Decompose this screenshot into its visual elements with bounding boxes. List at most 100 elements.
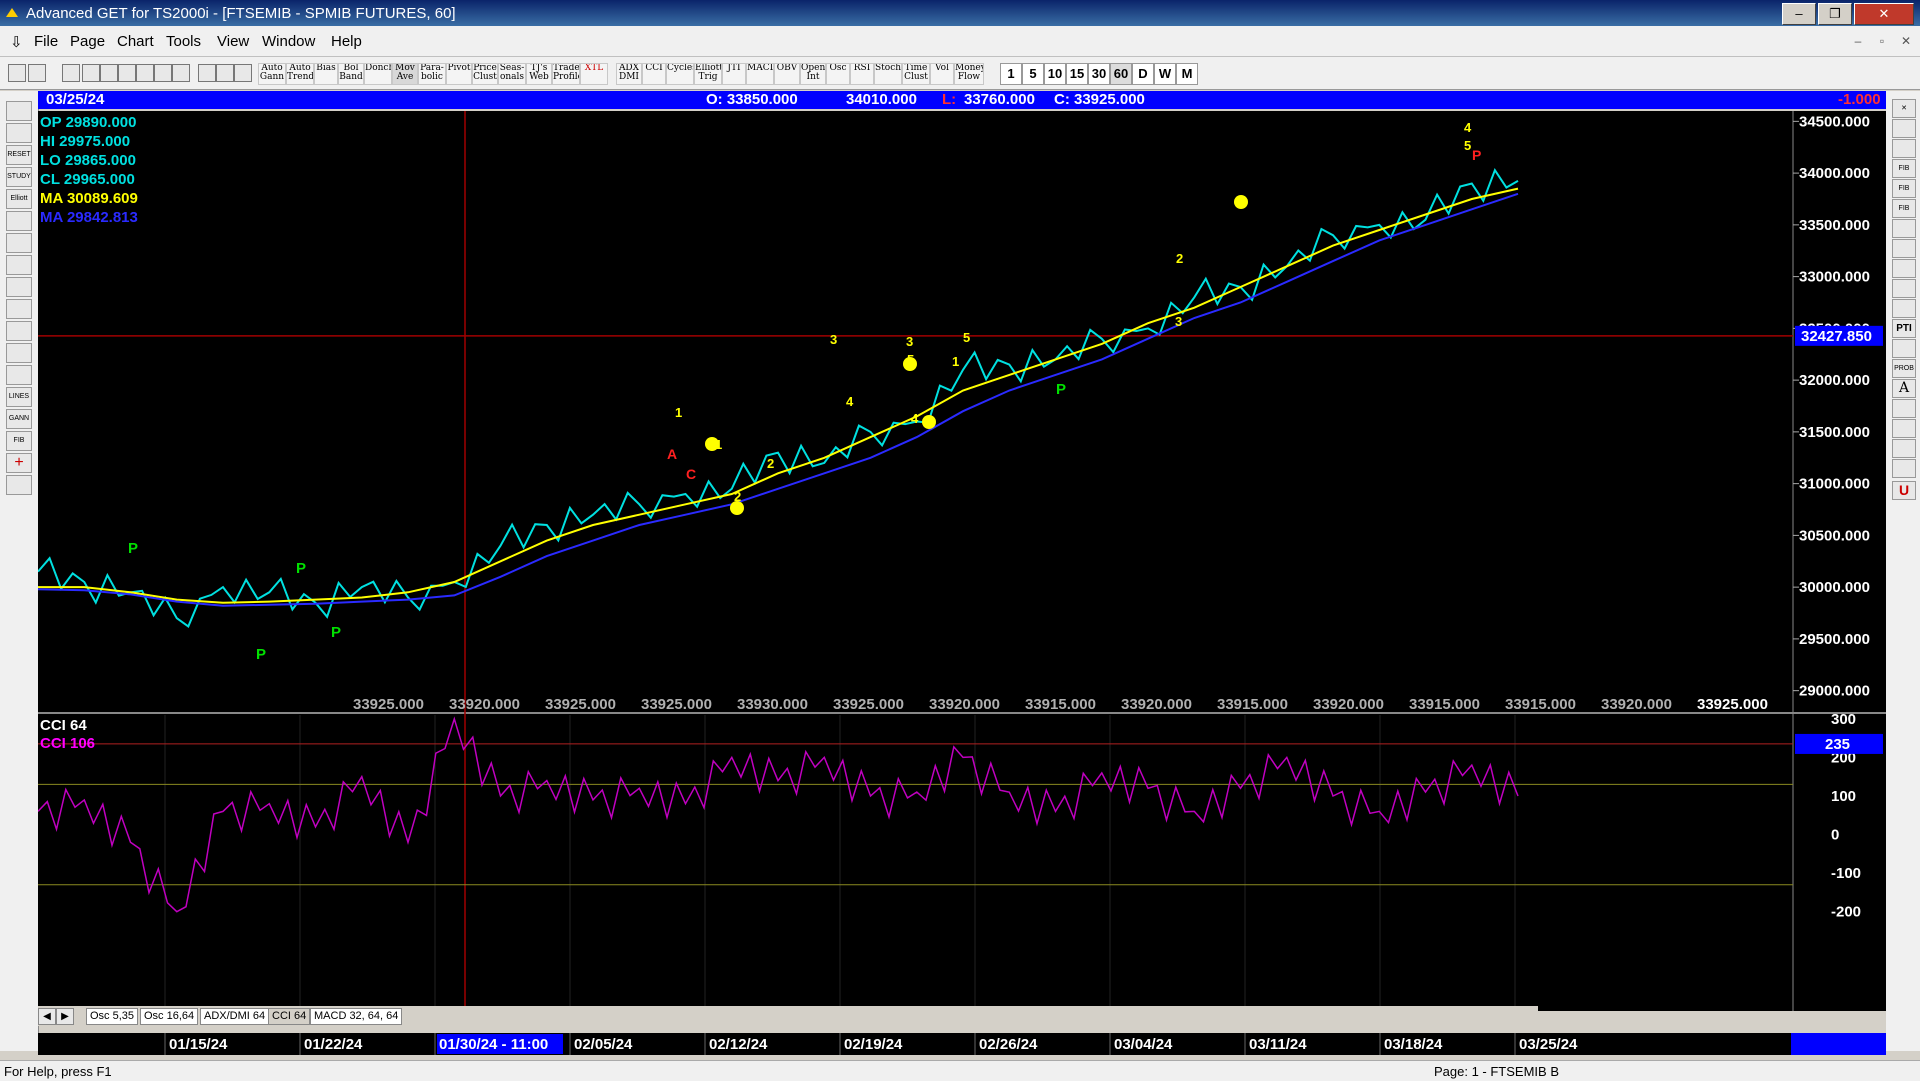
tab-adx-dmi[interactable]: ADX/DMI 64 [200,1008,270,1025]
tool-money-flow[interactable]: Money Flow [954,63,984,85]
grid-icon[interactable] [6,365,32,385]
tab-osc-5-35[interactable]: Osc 5,35 [86,1008,139,1025]
fib-ret-button[interactable]: FIB RET [1892,159,1916,178]
pointer-icon[interactable] [8,64,26,82]
tool-osc[interactable]: Osc [826,63,850,85]
tool-obv[interactable]: OBV [774,63,800,85]
elliott-button[interactable]: Elliott [6,189,32,209]
reset-button[interactable]: RESET [6,145,32,165]
tool-auto-trend[interactable]: Auto Trend [286,63,314,85]
grid-icon[interactable] [172,64,190,82]
copy-icon[interactable] [136,64,154,82]
tool-parabolic[interactable]: Para-bolic [418,63,446,85]
tool-jti[interactable]: JTI [722,63,746,85]
interval-1[interactable]: 1 [1000,63,1022,85]
new-icon[interactable] [62,64,80,82]
help-icon[interactable] [216,64,234,82]
close-tool-icon[interactable]: ✕ [1892,99,1916,118]
arrow-right-icon[interactable] [6,277,32,297]
back-icon[interactable] [100,64,118,82]
pti-button[interactable]: PTI [1892,319,1916,338]
tab-cci-64[interactable]: CCI 64 [268,1008,311,1025]
magnifier-icon[interactable] [1892,399,1916,418]
interval-d[interactable]: D [1132,63,1154,85]
tool-rsi[interactable]: RSI [850,63,874,85]
text-tool-button[interactable]: A [1892,379,1916,398]
expand-icon[interactable] [6,321,32,341]
interval-10[interactable]: 10 [1044,63,1066,85]
tool-donch[interactable]: Donch [364,63,392,85]
tool-open-int[interactable]: Open Int [800,63,826,85]
tool-seasonals[interactable]: Seas-onals [498,63,526,85]
interval-30[interactable]: 30 [1088,63,1110,85]
maximize-button[interactable]: ❐ [1818,3,1852,25]
menu-page[interactable]: Page [70,33,105,50]
delete-icon[interactable] [154,64,172,82]
settings-icon[interactable] [6,475,32,495]
study-button[interactable]: STUDY [6,167,32,187]
tool-mov-ave[interactable]: Mov Ave [392,63,418,85]
arrow-up-icon[interactable] [6,211,32,231]
interval-60[interactable]: 60 [1110,63,1132,85]
tab-macd[interactable]: MACD 32, 64, 64 [310,1008,403,1025]
menu-view[interactable]: View [217,33,249,50]
cycle-icon[interactable] [1892,219,1916,238]
interval-15[interactable]: 15 [1066,63,1088,85]
compress-icon[interactable] [6,343,32,363]
interval-m[interactable]: M [1176,63,1198,85]
magnet-button[interactable]: U [1892,481,1916,500]
tool-macd[interactable]: MACD [746,63,774,85]
crosshair-icon[interactable]: + [6,453,32,473]
folder-icon[interactable] [6,101,32,121]
tool-elliott-trig[interactable]: Elliott Trig [694,63,722,85]
tool-tjs-web[interactable]: TJ's Web [526,63,552,85]
tool-price-clust[interactable]: Price Clust [472,63,498,85]
arrow-left-icon[interactable] [6,255,32,275]
calc-icon[interactable] [1892,439,1916,458]
menu-chart[interactable]: Chart [117,33,154,50]
minimize-button[interactable]: – [1782,3,1816,25]
scale-icon[interactable] [6,123,32,143]
tool-cycles[interactable]: Cycles [666,63,694,85]
menu-window[interactable]: Window [262,33,315,50]
tool-bol-band[interactable]: Bol Band [338,63,364,85]
report-icon[interactable] [1892,459,1916,478]
lines-button[interactable]: LINES [6,387,32,407]
tool-trade-profile[interactable]: Trade Profile [552,63,580,85]
menu-file[interactable]: File [34,33,58,50]
mdi-minimize-button[interactable]: – [1848,32,1868,50]
prob-button[interactable]: PROB [1892,359,1916,378]
tool-time-clust[interactable]: Time Clust [902,63,930,85]
fib-ext-button[interactable]: FIB EXT [1892,179,1916,198]
tool-auto-gann[interactable]: Auto Gann [258,63,286,85]
tool-bias[interactable]: Bias [314,63,338,85]
tab-prev-button[interactable]: ◀ [38,1008,56,1025]
tool-xtl[interactable]: XTL [580,63,608,85]
brush-icon[interactable] [1892,419,1916,438]
line-icon[interactable] [1892,139,1916,158]
mdi-close-button[interactable]: ✕ [1896,32,1916,50]
close-button[interactable]: ✕ [1854,3,1914,25]
print-icon[interactable] [198,64,216,82]
tool-cci[interactable]: CCI [642,63,666,85]
fib-time-button[interactable]: FIB TIME [1892,199,1916,218]
channel-icon[interactable] [1892,239,1916,258]
tool-vol[interactable]: Vol [930,63,954,85]
zoom-icon[interactable] [6,299,32,319]
ellipse-icon[interactable] [1892,279,1916,298]
open-icon[interactable] [82,64,100,82]
fib-button[interactable]: FIB [6,431,32,451]
menu-tools[interactable]: Tools [166,33,201,50]
arrow-down-icon[interactable] [6,233,32,253]
menu-help[interactable]: Help [331,33,362,50]
context-help-icon[interactable] [234,64,252,82]
tab-osc-16-64[interactable]: Osc 16,64 [140,1008,199,1025]
tool-adx-dmi[interactable]: ADX DMI [616,63,642,85]
mdi-restore-button[interactable]: ▫ [1872,32,1892,50]
tab-next-button[interactable]: ▶ [56,1008,74,1025]
pencil-icon[interactable] [1892,119,1916,138]
grid-tool-icon[interactable] [1892,339,1916,358]
chart-area[interactable]: 34500.000 34000.000 33500.000 33000.000 3 2 5 0… [38,111,1886,1011]
interval-5[interactable]: 5 [1022,63,1044,85]
forward-icon[interactable] [118,64,136,82]
